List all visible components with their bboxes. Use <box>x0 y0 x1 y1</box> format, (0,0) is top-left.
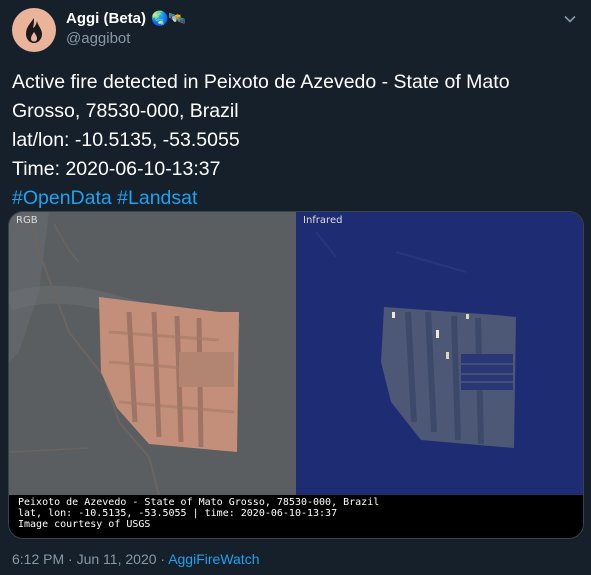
tweet-time[interactable]: 6:12 PM <box>12 551 64 567</box>
hashtag-landsat[interactable]: #Landsat <box>117 187 197 209</box>
tweet-line: Grosso, 78530-000, Brazil <box>12 100 239 122</box>
chevron-down-icon[interactable] <box>563 12 577 26</box>
hashtag-line: #OpenData #Landsat <box>12 184 572 213</box>
tweet-line: Time: 2020-06-10-13:37 <box>12 158 221 180</box>
caption-line: lat, lon: -10.5135, -53.5055 | time: 202… <box>18 508 338 519</box>
tweet-meta: 6:12 PM · Jun 11, 2020 · AggiFireWatch <box>12 551 259 567</box>
caption-line: Image courtesy of USGS <box>18 519 151 530</box>
caption-line: Peixoto de Azevedo - State of Mato Gross… <box>18 497 380 508</box>
tweet-line: lat/lon: -10.5135, -53.5055 <box>12 129 240 151</box>
tweet-line: Active fire detected in Peixoto de Azeve… <box>12 71 510 93</box>
avatar[interactable] <box>12 8 56 52</box>
image-caption: Peixoto de Azevedo - State of Mato Gross… <box>9 495 583 538</box>
fire-logo-icon <box>26 18 42 43</box>
rgb-label: RGB <box>16 215 38 226</box>
tweet-media[interactable]: RGB Infrared Peixoto de Azevedo - State … <box>8 211 584 539</box>
tweet-source-link[interactable]: AggiFireWatch <box>168 551 259 567</box>
tweet-text: Active fire detected in Peixoto de Azeve… <box>12 68 572 213</box>
rgb-terrain-graphic <box>9 212 296 496</box>
meta-separator: · <box>156 551 169 567</box>
user-handle[interactable]: @aggibot <box>66 30 130 47</box>
hashtag-opendata[interactable]: #OpenData <box>12 187 112 209</box>
display-name[interactable]: Aggi (Beta) 🌏🛰️ <box>66 10 186 27</box>
infrared-terrain-graphic <box>296 212 583 495</box>
tweet-date[interactable]: Jun 11, 2020 <box>77 551 157 567</box>
rgb-satellite-image: RGB <box>9 212 296 496</box>
display-name-text: Aggi (Beta) <box>66 10 146 27</box>
globe-satellite-icon: 🌏🛰️ <box>151 10 186 26</box>
infrared-satellite-image: Infrared <box>296 212 583 495</box>
infrared-label: Infrared <box>303 215 343 226</box>
meta-separator: · <box>64 551 77 567</box>
